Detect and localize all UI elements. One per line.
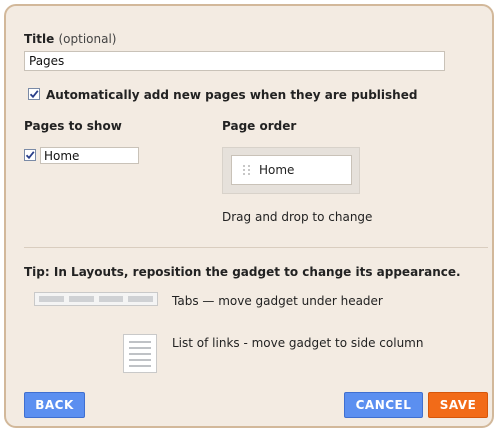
drag-hint-text: Drag and drop to change: [222, 210, 373, 224]
tabs-layout-icon: [34, 292, 158, 306]
auto-add-label: Automatically add new pages when they ar…: [46, 88, 418, 102]
page-home-name[interactable]: Home: [40, 147, 139, 164]
cancel-button[interactable]: CANCEL: [344, 392, 423, 418]
auto-add-checkbox[interactable]: [28, 88, 40, 100]
page-order-list: Home: [222, 147, 360, 194]
title-label: Title (optional): [24, 32, 116, 46]
save-button[interactable]: SAVE: [428, 392, 488, 418]
tip-text: Tip: In Layouts, reposition the gadget t…: [24, 265, 461, 279]
gadget-config-panel: Title (optional) Automatically add new p…: [4, 4, 494, 428]
list-layout-icon: [123, 334, 157, 373]
optional-label: (optional): [58, 32, 117, 46]
list-tip-text: List of links - move gadget to side colu…: [172, 336, 424, 350]
page-order-item-label: Home: [259, 163, 295, 177]
tabs-tip-text: Tabs — move gadget under header: [172, 294, 383, 308]
drag-handle-icon[interactable]: [242, 164, 252, 178]
checkmark-icon: [25, 151, 35, 160]
page-order-heading: Page order: [222, 119, 297, 133]
pages-to-show-heading: Pages to show: [24, 119, 122, 133]
page-home-checkbox[interactable]: [24, 149, 36, 161]
back-button[interactable]: BACK: [24, 392, 85, 418]
title-label-text: Title: [24, 32, 55, 46]
page-order-item-home[interactable]: Home: [231, 155, 352, 185]
section-divider: [24, 247, 488, 248]
checkmark-icon: [29, 90, 39, 99]
title-input[interactable]: [24, 51, 445, 71]
